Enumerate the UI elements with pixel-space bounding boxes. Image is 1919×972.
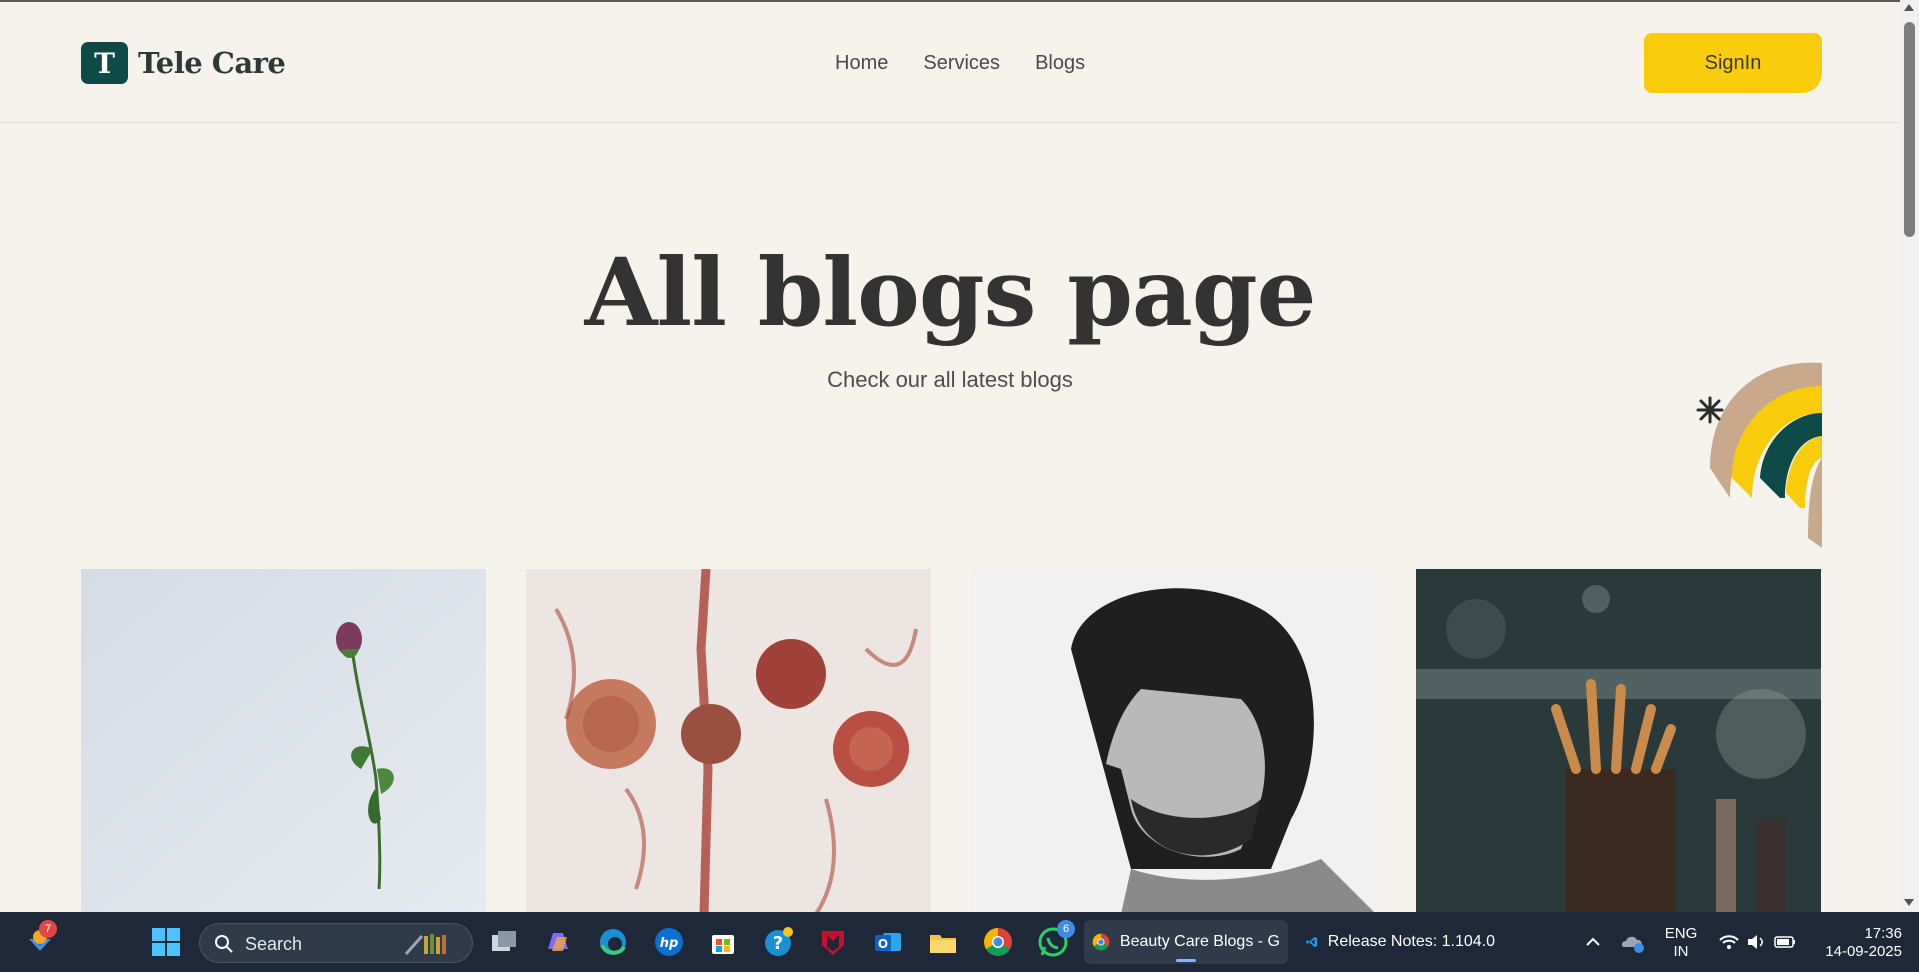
blog-card-image-brushes[interactable] — [1416, 569, 1821, 912]
scroll-thumb[interactable] — [1904, 22, 1915, 237]
start-icon[interactable] — [150, 926, 182, 958]
decorative-arch-icon — [1696, 362, 1822, 548]
main-nav: Home Services Blogs — [835, 52, 1085, 75]
whatsapp-icon[interactable]: 6 — [1037, 920, 1075, 958]
store-icon[interactable] — [707, 926, 739, 958]
blog-card-image-flower[interactable] — [81, 569, 486, 912]
clock[interactable]: 17:36 14-09-2025 — [1812, 925, 1902, 961]
site-header: T Tele Care Home Services Blogs SignIn — [0, 2, 1900, 123]
svg-text:hp: hp — [660, 936, 679, 951]
active-indicator — [1176, 959, 1196, 962]
edge-icon[interactable] — [597, 926, 629, 958]
page-subtitle: Check our all latest blogs — [827, 367, 1073, 392]
chrome-icon[interactable] — [982, 926, 1014, 958]
hp-icon[interactable]: hp — [653, 926, 685, 958]
onedrive-icon[interactable] — [1617, 926, 1649, 958]
chrome-icon — [1092, 933, 1110, 951]
blog-cards — [81, 569, 1821, 912]
search-placeholder: Search — [245, 934, 303, 954]
scroll-down-icon[interactable] — [1904, 899, 1914, 906]
vscode-icon — [1306, 936, 1317, 948]
outlook-icon[interactable]: O — [872, 926, 904, 958]
taskbar-chrome-window[interactable]: Beauty Care Blogs - G — [1084, 920, 1288, 964]
page-scrollbar[interactable] — [1900, 0, 1919, 912]
vscode-window-title: Release Notes: 1.104.0 — [1327, 933, 1495, 950]
search-highlight-icon — [404, 934, 446, 955]
windows-taskbar: 7 Search hp ? O 6 Beauty Care Blogs - G … — [0, 912, 1919, 972]
svg-text:?: ? — [773, 933, 783, 954]
chrome-window-title: Beauty Care Blogs - G — [1119, 933, 1280, 950]
clock-date: 14-09-2025 — [1825, 943, 1902, 960]
svg-text:O: O — [878, 937, 888, 951]
nav-services-link[interactable]: Services — [923, 52, 1000, 75]
language-indicator[interactable]: ENG IN — [1663, 925, 1699, 961]
mcafee-icon[interactable] — [817, 926, 849, 958]
taskbar-vscode-window[interactable]: Release Notes: 1.104.0 — [1298, 920, 1503, 964]
language-line1: ENG — [1664, 925, 1698, 942]
help-icon[interactable]: ? — [762, 926, 794, 958]
signin-button[interactable]: SignIn — [1644, 33, 1822, 93]
widgets-icon[interactable]: 7 — [24, 920, 57, 958]
widgets-badge: 7 — [39, 920, 57, 938]
nav-blogs-link[interactable]: Blogs — [1035, 52, 1085, 75]
battery-icon[interactable] — [1769, 926, 1801, 958]
search-icon — [215, 935, 233, 953]
blog-card-image-man[interactable] — [971, 569, 1376, 912]
language-line2: IN — [1673, 943, 1689, 960]
chevron-up-icon[interactable] — [1577, 926, 1609, 958]
task-view-icon[interactable] — [488, 926, 520, 958]
scroll-up-icon[interactable] — [1904, 4, 1914, 11]
nav-home-link[interactable]: Home — [835, 52, 888, 75]
logo-text: Tele Care — [138, 46, 286, 80]
file-explorer-icon[interactable] — [927, 926, 959, 958]
whatsapp-badge: 6 — [1057, 920, 1075, 938]
browser-viewport: T Tele Care Home Services Blogs SignIn A… — [0, 0, 1900, 912]
blog-card-image-blush[interactable] — [526, 569, 931, 912]
page-title: All blogs page — [584, 238, 1317, 348]
clock-time: 17:36 — [1864, 925, 1902, 942]
copilot-icon[interactable] — [542, 926, 574, 958]
taskbar-search-box[interactable]: Search — [199, 923, 473, 963]
logo-mark-icon: T — [81, 42, 128, 84]
site-logo[interactable]: T Tele Care — [81, 42, 286, 84]
volume-icon[interactable] — [1740, 926, 1772, 958]
